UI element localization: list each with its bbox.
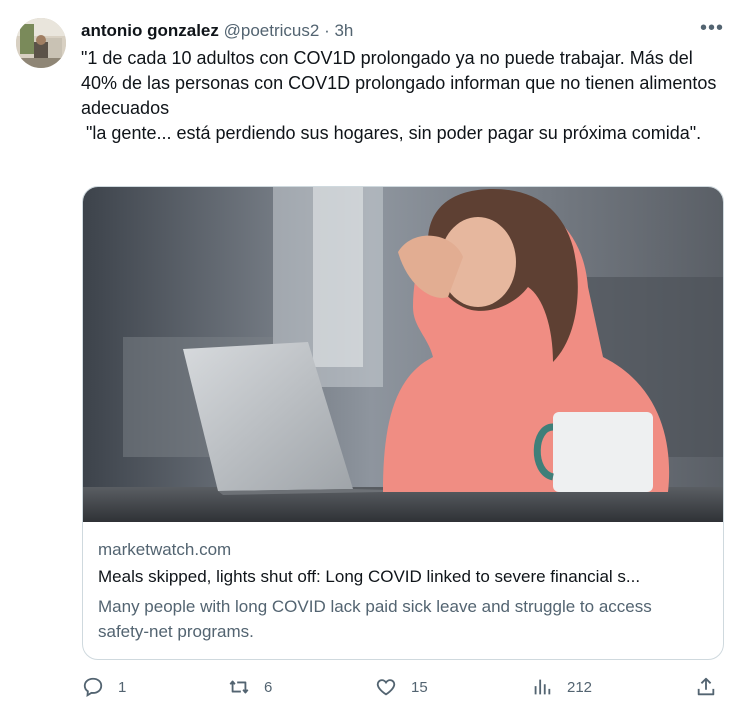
like-button[interactable]: 15 — [375, 672, 428, 702]
link-card[interactable]: marketwatch.com Meals skipped, lights sh… — [82, 186, 724, 660]
card-domain[interactable]: marketwatch.com — [98, 540, 231, 560]
retweet-button[interactable]: 6 — [228, 672, 272, 702]
card-title[interactable]: Meals skipped, lights shut off: Long COV… — [98, 567, 710, 587]
reply-count: 1 — [118, 678, 127, 696]
share-icon — [697, 677, 715, 696]
retweet-count: 6 — [264, 678, 273, 696]
views-count: 212 — [567, 678, 593, 696]
tweet-header: antonio gonzalez @poetricus2 · 3h — [81, 19, 353, 43]
reply-icon — [83, 677, 103, 697]
card-description: Many people with long COVID lack paid si… — [98, 597, 652, 641]
more-options-icon[interactable]: ••• — [700, 18, 724, 38]
card-image[interactable] — [83, 187, 723, 522]
reply-button[interactable]: 1 — [82, 672, 126, 702]
action-bar: 1 6 15 212 — [0, 672, 750, 702]
heart-icon — [376, 679, 396, 696]
retweet-icon — [229, 680, 249, 694]
views-button[interactable]: 212 — [531, 672, 592, 702]
timestamp[interactable]: 3h — [334, 21, 353, 40]
avatar[interactable] — [16, 18, 66, 68]
share-button[interactable] — [695, 672, 731, 702]
tweet[interactable]: antonio gonzalez @poetricus2 · 3h ••• "1… — [0, 0, 750, 716]
like-count: 15 — [411, 678, 428, 696]
author-handle[interactable]: @poetricus2 — [224, 21, 320, 40]
author-name[interactable]: antonio gonzalez — [81, 21, 219, 40]
separator: · — [324, 21, 330, 40]
views-icon — [534, 679, 551, 695]
tweet-text: "1 de cada 10 adultos con COV1D prolonga… — [81, 48, 717, 143]
